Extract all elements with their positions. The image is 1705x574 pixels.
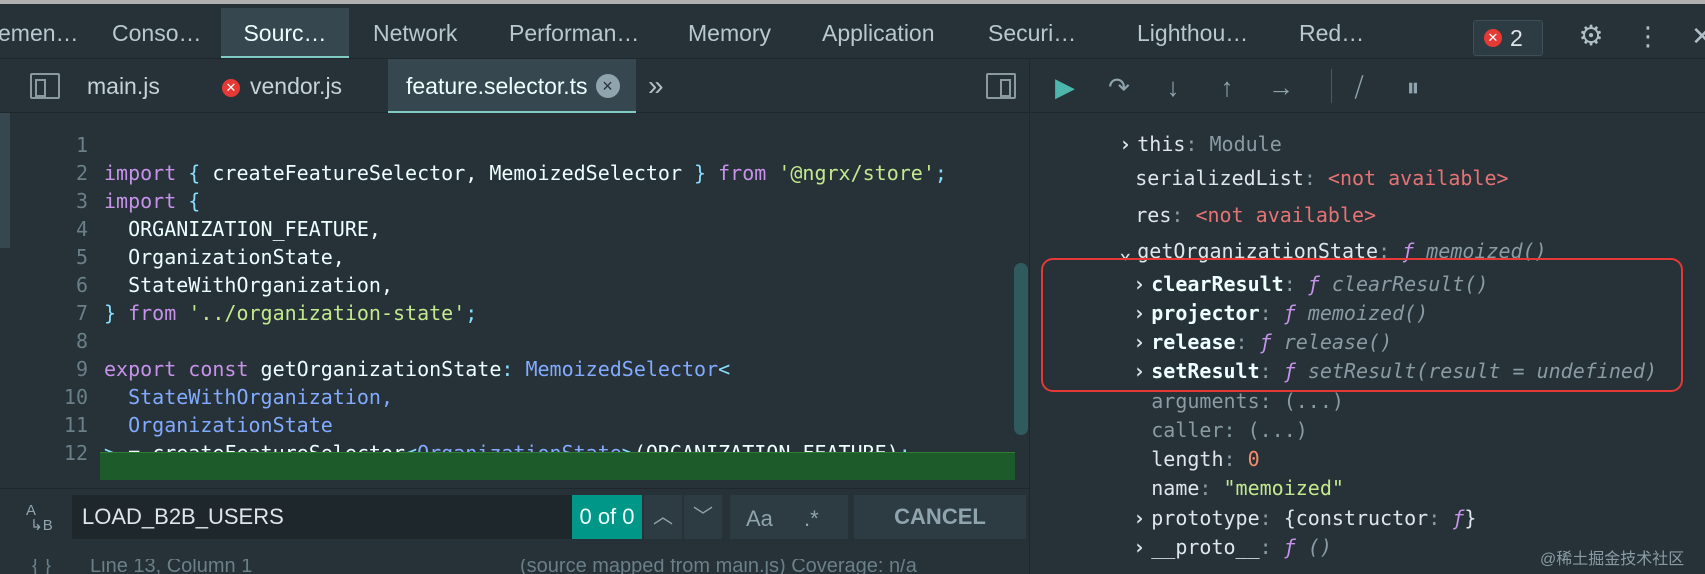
code-line: 7 xyxy=(0,271,1029,325)
search-previous-icon[interactable]: ︿ xyxy=(644,495,682,539)
search-bar: A ↳B 0 of 0 ︿ ﹀ Aa .* CANCEL xyxy=(0,488,1029,548)
tab-application[interactable]: Application xyxy=(822,8,935,58)
tab-lighthouse[interactable]: Lighthou… xyxy=(1137,8,1248,58)
replace-toggle-icon[interactable]: A ↳B xyxy=(26,503,62,539)
devtools-panel-tabs: emen… Conso… Sourc… Network Performan… M… xyxy=(0,0,1705,59)
tab-memory[interactable]: Memory xyxy=(688,8,771,58)
code-line: 12 xyxy=(0,411,1029,465)
pretty-print-icon[interactable]: { } xyxy=(32,559,51,574)
close-tab-icon[interactable]: × xyxy=(595,74,620,98)
code-line: 1 import { createFeatureSelector, Memoiz… xyxy=(0,103,1029,185)
watermark: @稀土掘金技术社区 xyxy=(1540,551,1685,568)
search-options: Aa .* xyxy=(730,495,848,539)
scope-item-length[interactable]: length: 0 xyxy=(1079,414,1259,471)
error-count-badge[interactable]: ✕ 2 xyxy=(1473,20,1543,56)
toolbar-divider xyxy=(1331,69,1332,103)
error-icon: ✕ xyxy=(1484,29,1502,47)
scope-item-prototype[interactable]: › prototype: {constructor: ƒ} xyxy=(1061,473,1476,530)
vertical-scrollbar[interactable] xyxy=(1014,263,1028,435)
scope-item-name[interactable]: name: "memoized" xyxy=(1079,443,1344,500)
cursor-position: Line 13, Column 1 xyxy=(90,559,253,574)
tab-security[interactable]: Securi… xyxy=(988,8,1076,58)
scope-item-serializedlist[interactable]: serializedList: <not available> xyxy=(1063,133,1508,190)
settings-gear-icon[interactable]: ⚙ xyxy=(1571,16,1611,56)
tab-redux[interactable]: Red… xyxy=(1299,8,1364,58)
debugger-sidebar: ▶ ↷ ↓ ↑ → ⧸ ⏸ › this: Module serializedLi… xyxy=(1031,59,1705,574)
status-bar: { } Line 13, Column 1 (source mapped fro… xyxy=(0,559,1029,574)
scope-item-proto[interactable]: › __proto__: ƒ () xyxy=(1061,502,1332,559)
cancel-button[interactable]: CANCEL xyxy=(854,495,1026,539)
code-line: 3 ORGANIZATION_FEATURE, xyxy=(0,159,1029,241)
error-icon: ✕ xyxy=(222,79,240,97)
tab-network[interactable]: Network xyxy=(373,8,457,58)
annotation-highlight-box xyxy=(1041,258,1683,392)
code-line: 11 > = createFeatureSelector<Organizatio… xyxy=(0,383,1029,465)
search-input[interactable] xyxy=(72,495,572,539)
tab-performance[interactable]: Performan… xyxy=(509,8,639,58)
error-count: 2 xyxy=(1510,25,1523,51)
match-count: 0 of 0 xyxy=(572,495,642,539)
toggle-navigator-icon[interactable] xyxy=(30,73,60,99)
code-line: 4 OrganizationState, xyxy=(0,187,1029,269)
regex-button[interactable]: .* xyxy=(804,495,819,543)
tab-console[interactable]: Conso… xyxy=(112,8,201,58)
more-options-icon[interactable]: ⋮ xyxy=(1628,16,1668,56)
code-line: 2 import { xyxy=(0,131,1029,213)
scope-item-res[interactable]: res: <not available> xyxy=(1063,170,1376,227)
search-next-icon[interactable]: ﹀ xyxy=(684,495,722,539)
code-line: 10 OrganizationState xyxy=(0,355,1029,437)
source-map-info: (source mapped from main.js) Coverage: n… xyxy=(520,559,917,574)
execution-highlight xyxy=(100,452,1015,480)
tab-elements[interactable]: emen… xyxy=(0,8,79,58)
file-tab-label: vendor.js xyxy=(250,73,343,99)
code-line: 9 StateWithOrganization, xyxy=(0,327,1029,409)
match-case-button[interactable]: Aa xyxy=(746,495,773,543)
code-line: 8 export const getOrganizationState: Mem… xyxy=(0,299,1029,381)
close-devtools-icon[interactable]: ✕ xyxy=(1682,16,1705,56)
code-area[interactable]: 1 import { createFeatureSelector, Memoiz… xyxy=(0,103,1029,521)
toggle-debugger-icon[interactable] xyxy=(986,73,1016,99)
code-line: 5 StateWithOrganization, xyxy=(0,215,1029,297)
tab-sources[interactable]: Sourc… xyxy=(221,8,349,58)
source-editor: main.js ✕ vendor.js feature.selector.ts × … xyxy=(0,59,1030,574)
code-line: 6 } from '../organization-state'; xyxy=(0,243,1029,325)
paused-code-line: 13 console.log('fuck'); xyxy=(0,452,1029,521)
expand-arrow-icon[interactable]: › xyxy=(1133,532,1151,562)
scope-item-getorganizationstate[interactable]: ⌄ getOrganizationState: ƒ memoized() xyxy=(1047,206,1546,263)
file-tab-label: feature.selector.ts xyxy=(406,73,588,99)
scope-item-this[interactable]: › this: Module xyxy=(1047,99,1282,156)
